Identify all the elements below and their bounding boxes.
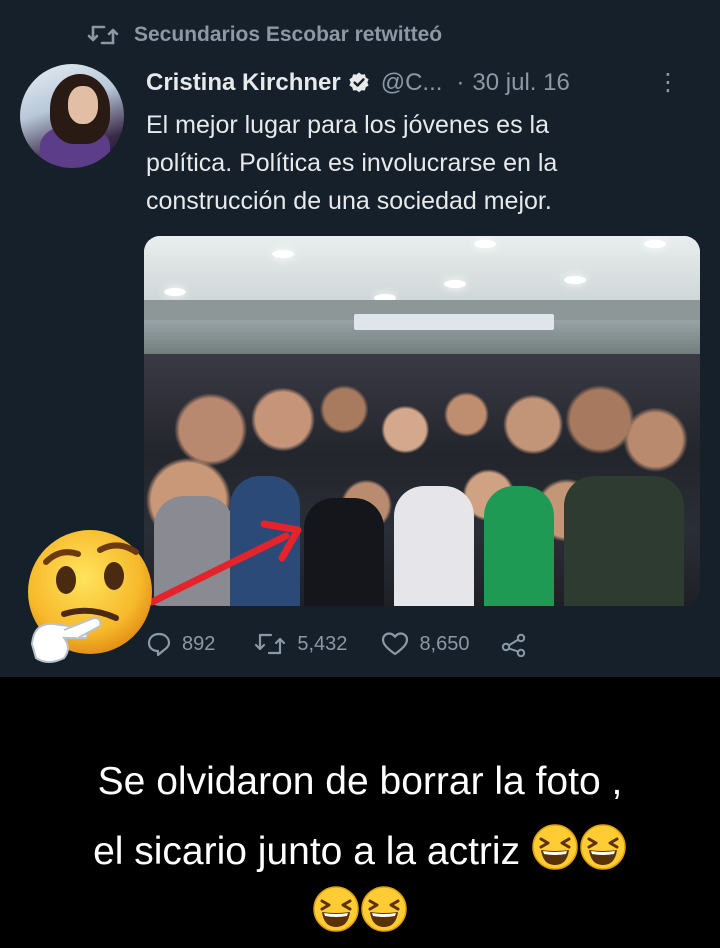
share-button[interactable] bbox=[500, 631, 528, 657]
tweet-text-line: política. Política es involucrarse en la bbox=[146, 149, 558, 177]
reply-icon bbox=[147, 632, 171, 657]
red-arrow-icon bbox=[148, 520, 302, 606]
retweet-count: 5,432 bbox=[297, 632, 348, 655]
retweet-icon bbox=[255, 633, 286, 655]
heart-icon bbox=[382, 632, 409, 656]
retweet-button[interactable]: 5,432 bbox=[253, 632, 347, 656]
more-options-icon[interactable]: ⋮ bbox=[656, 68, 680, 97]
share-icon bbox=[501, 633, 525, 657]
tweet-date[interactable]: 30 jul. 16 bbox=[472, 69, 569, 97]
caption-line-2-text: el sicario junto a la actriz bbox=[93, 829, 521, 873]
header-separator: · bbox=[456, 69, 465, 96]
author-avatar[interactable] bbox=[20, 64, 124, 168]
author-handle[interactable]: @C... bbox=[381, 69, 443, 97]
like-button[interactable]: 8,650 bbox=[381, 631, 470, 657]
tweet-text: El mejor lugar para los jóvenes es la po… bbox=[146, 106, 686, 220]
caption-line-2: el sicario junto a la actriz bbox=[0, 823, 720, 884]
laughing-face-icon bbox=[360, 885, 408, 946]
tweet-card[interactable]: Secundarios Escobar retwitteó Cristina K… bbox=[0, 0, 720, 677]
laughing-face-icon bbox=[312, 885, 360, 946]
retweet-icon bbox=[86, 24, 120, 46]
like-count: 8,650 bbox=[419, 632, 470, 655]
tweet-text-line: construcción de una sociedad mejor. bbox=[146, 187, 552, 215]
laughing-face-icon bbox=[579, 823, 627, 884]
retweet-context: Secundarios Escobar retwitteó bbox=[86, 20, 442, 50]
reply-count: 892 bbox=[182, 632, 216, 655]
retweet-label[interactable]: Secundarios Escobar retwitteó bbox=[134, 23, 442, 47]
tweet-actions: 892 5,432 8,650 bbox=[146, 624, 706, 664]
tweet-header: Cristina Kirchner @C... · 30 jul. 16 ⋮ bbox=[146, 66, 706, 100]
author-name[interactable]: Cristina Kirchner bbox=[146, 69, 341, 97]
tweet-text-line: El mejor lugar para los jóvenes es la bbox=[146, 111, 549, 139]
photo-banner bbox=[354, 314, 554, 330]
thinking-face-icon bbox=[28, 530, 152, 663]
caption-line-1: Se olvidaron de borrar la foto , bbox=[97, 760, 623, 803]
caption-line-3 bbox=[0, 885, 720, 946]
verified-badge-icon bbox=[347, 71, 371, 95]
reply-button[interactable]: 892 bbox=[146, 631, 215, 657]
meme-caption: Se olvidaron de borrar la foto , el sica… bbox=[0, 677, 720, 948]
laughing-face-icon bbox=[531, 823, 579, 884]
